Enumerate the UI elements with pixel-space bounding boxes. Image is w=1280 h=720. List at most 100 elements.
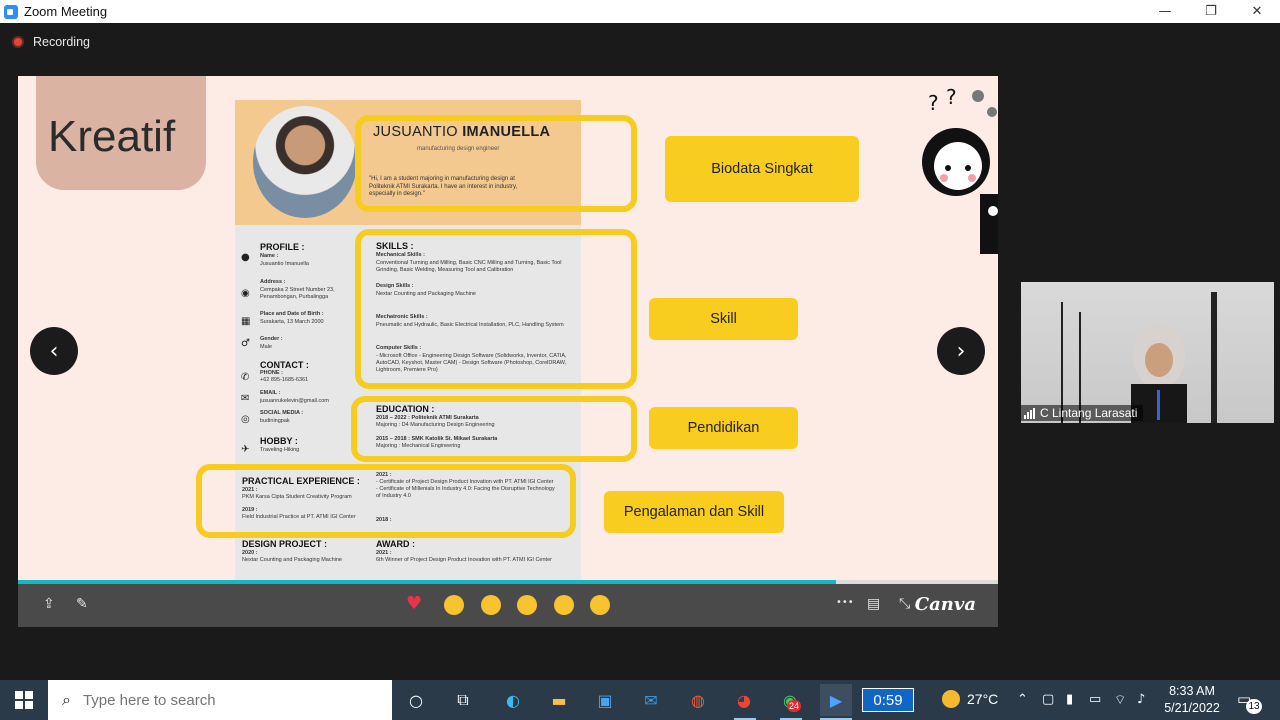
svg-text:?: ? bbox=[928, 91, 939, 115]
canva-logo: Canva bbox=[914, 594, 976, 615]
task-view-icon[interactable]: ⧉ bbox=[449, 686, 477, 714]
gender-icon: ♂ bbox=[241, 338, 250, 349]
heart-reaction-icon[interactable]: ♥ bbox=[406, 593, 422, 614]
thumbs-up-reaction-icon[interactable] bbox=[444, 595, 464, 615]
participant-name-tag: C Lintang Larasati bbox=[1021, 405, 1144, 421]
pencil-icon[interactable]: ✎ bbox=[76, 596, 88, 612]
signal-strength-icon bbox=[1024, 407, 1036, 419]
zoom-app-icon bbox=[4, 4, 18, 19]
windows-taskbar: ⌕ ○ ⧉ ◐ ▬ ▣ ✉ ◍ ◕ ◉ 24 ▶ 0:59 27°C ⌃ ▢ ▮… bbox=[0, 680, 1280, 720]
highlight-biodata bbox=[355, 115, 637, 212]
shared-screen: Kreatif JUSUANTIO IMANUELLA manufacturin… bbox=[18, 76, 998, 627]
taskbar-search[interactable]: ⌕ bbox=[48, 680, 392, 720]
award-year: 2021 : bbox=[376, 550, 392, 556]
cortana-icon[interactable]: ○ bbox=[402, 686, 430, 714]
hobby-value: Traveling Hiking bbox=[260, 447, 300, 453]
participant-video[interactable]: C Lintang Larasati bbox=[1021, 282, 1274, 423]
previous-slide-button[interactable]: ‹ bbox=[30, 327, 78, 375]
recording-label: Recording bbox=[33, 35, 90, 49]
birth-value: Surakarta, 13 March 2000 bbox=[260, 319, 324, 325]
meet-now-icon[interactable]: ▢ bbox=[1042, 692, 1054, 707]
location-icon: ◉ bbox=[241, 288, 250, 299]
chrome-browser-icon[interactable]: ◕ bbox=[730, 686, 758, 714]
phone-label: PHONE : bbox=[260, 370, 283, 376]
edge-browser-icon[interactable]: ◐ bbox=[499, 686, 527, 714]
phone-icon: ✆ bbox=[241, 372, 250, 383]
restore-button[interactable]: ❐ bbox=[1188, 0, 1234, 23]
email-label: EMAIL : bbox=[260, 390, 281, 396]
recording-dot-icon bbox=[12, 36, 24, 48]
close-button[interactable]: ✕ bbox=[1234, 0, 1280, 23]
calendar-icon[interactable]: ▤ bbox=[867, 596, 880, 612]
more-options-icon[interactable]: ••• bbox=[836, 597, 854, 608]
volume-icon[interactable]: ♪ bbox=[1137, 692, 1145, 707]
meeting-stage: Recording Kreatif JUSUANTIO IMANUELLA ma… bbox=[0, 23, 1280, 680]
label-pengalaman: Pengalaman dan Skill bbox=[604, 491, 784, 533]
email-icon: ✉ bbox=[241, 393, 250, 404]
windows-logo-icon bbox=[15, 691, 33, 709]
profile-heading: PROFILE : bbox=[260, 242, 305, 252]
chevron-up-icon[interactable]: ⌃ bbox=[1017, 692, 1028, 707]
cartoon-character-illustration: ? ? bbox=[922, 85, 998, 254]
laughing-reaction-icon[interactable] bbox=[517, 595, 537, 615]
design-year: 2020 : bbox=[242, 550, 258, 556]
clapping-reaction-icon[interactable] bbox=[481, 595, 501, 615]
building-icon: ▦ bbox=[241, 316, 251, 327]
gender-label: Gender : bbox=[260, 336, 283, 342]
microphone-icon[interactable]: ▮ bbox=[1066, 692, 1073, 707]
label-skill: Skill bbox=[649, 298, 798, 340]
highlight-experience bbox=[196, 464, 576, 538]
canva-presenter-bar: ⇪ ✎ ♥ ••• ▤ ⤡ Canva bbox=[18, 584, 998, 627]
weather-widget[interactable]: 27°C bbox=[942, 690, 998, 708]
name-label: Name : bbox=[260, 253, 279, 259]
app-icon[interactable]: ◍ bbox=[684, 686, 712, 714]
label-biodata: Biodata Singkat bbox=[665, 136, 859, 202]
search-input[interactable] bbox=[82, 691, 363, 709]
phone-value: +62 895-1685-6361 bbox=[260, 377, 309, 383]
design-value: Nextar Counting and Packaging Machine bbox=[242, 557, 342, 563]
address-value: Cempaka 2 Street Number 23, Penambongan,… bbox=[260, 287, 335, 300]
mail-icon[interactable]: ✉ bbox=[637, 686, 665, 714]
airplane-icon: ✈ bbox=[241, 444, 250, 455]
timer-widget[interactable]: 0:59 bbox=[862, 688, 914, 712]
wifi-icon[interactable]: ⌔ bbox=[1114, 692, 1126, 708]
design-project-heading: DESIGN PROJECT : bbox=[242, 539, 328, 549]
minimize-button[interactable]: — bbox=[1142, 0, 1188, 23]
contact-heading: CONTACT : bbox=[260, 360, 309, 370]
birth-label: Place and Date of Birth : bbox=[260, 311, 324, 317]
participant-name: C Lintang Larasati bbox=[1040, 406, 1138, 420]
exit-fullscreen-icon[interactable]: ⤡ bbox=[899, 596, 910, 612]
cv-photo bbox=[253, 106, 357, 218]
surprised-reaction-icon[interactable] bbox=[554, 595, 574, 615]
system-clock[interactable]: 8:33 AM 5/21/2022 bbox=[1158, 683, 1226, 717]
next-slide-button[interactable]: › bbox=[937, 327, 985, 375]
microsoft-store-icon[interactable]: ▣ bbox=[591, 686, 619, 714]
person-icon: ● bbox=[241, 252, 250, 263]
file-explorer-icon[interactable]: ▬ bbox=[545, 686, 573, 714]
clock-time: 8:33 AM bbox=[1169, 684, 1215, 698]
battery-icon[interactable]: ▭ bbox=[1089, 692, 1101, 707]
notification-count: 13 bbox=[1246, 699, 1262, 714]
instagram-icon: ◎ bbox=[241, 414, 250, 425]
clock-date: 5/21/2022 bbox=[1164, 701, 1220, 715]
recording-indicator[interactable]: Recording bbox=[12, 35, 90, 49]
temperature: 27°C bbox=[967, 691, 999, 707]
award-heading: AWARD : bbox=[376, 539, 415, 549]
share-icon[interactable]: ⇪ bbox=[43, 596, 55, 612]
window-title: Zoom Meeting bbox=[24, 4, 108, 19]
award-value: 6th Winner of Project Design Product Ino… bbox=[376, 557, 552, 563]
slide-heading: Kreatif bbox=[48, 112, 176, 161]
window-titlebar: Zoom Meeting — ❐ ✕ bbox=[0, 0, 1280, 23]
address-label: Address : bbox=[260, 279, 286, 285]
highlight-education bbox=[351, 396, 637, 462]
search-icon: ⌕ bbox=[62, 690, 71, 709]
zoom-taskbar-icon[interactable]: ▶ bbox=[820, 684, 852, 716]
shelf bbox=[1211, 292, 1217, 423]
thinking-reaction-icon[interactable] bbox=[590, 595, 610, 615]
hobby-heading: HOBBY : bbox=[260, 436, 298, 446]
social-value: budiningpak bbox=[260, 418, 290, 424]
gender-value: Male bbox=[260, 344, 272, 350]
start-button[interactable] bbox=[0, 680, 48, 720]
svg-text:?: ? bbox=[946, 85, 957, 109]
name-value: Jusuantio Imanuella bbox=[260, 261, 309, 267]
